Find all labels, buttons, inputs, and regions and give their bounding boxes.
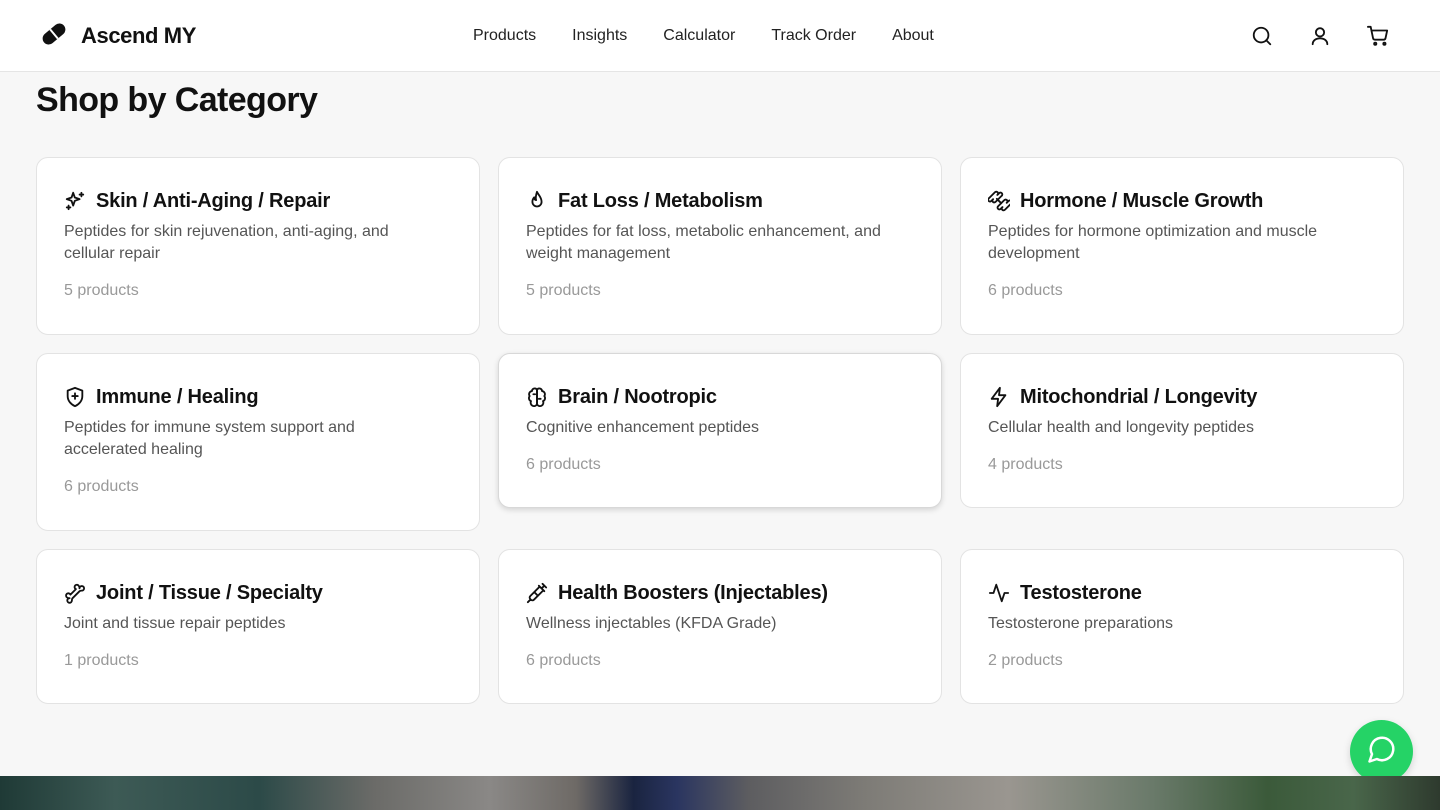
site-header: Ascend MY Products Insights Calculator T… [0,0,1440,72]
sparkles-icon [64,190,86,212]
search-icon[interactable] [1250,24,1274,48]
nav-track-order[interactable]: Track Order [771,27,856,45]
category-count: 1 products [64,652,139,669]
nav-about[interactable]: About [892,27,934,45]
category-description: Cognitive enhancement peptides [526,419,760,436]
flame-icon [526,190,548,212]
brand-name: Ascend MY [81,23,196,48]
category-count: 6 products [64,478,139,495]
category-count: 4 products [988,456,1063,473]
syringe-icon [526,582,548,604]
bone-icon [64,582,86,604]
cart-icon[interactable] [1366,24,1390,48]
category-card-health-boosters[interactable]: Health Boosters (Injectables) Wellness i… [498,549,942,704]
category-description: Testosterone preparations [988,615,1173,632]
category-description: Wellness injectables (KFDA Grade) [526,615,777,632]
zap-icon [988,386,1010,408]
message-circle-icon [1367,734,1397,769]
category-card-brain[interactable]: Brain / Nootropic Cognitive enhancement … [498,353,942,508]
category-title: Mitochondrial / Longevity [1020,385,1258,408]
main-nav: Products Insights Calculator Track Order… [473,25,934,47]
category-count: 5 products [526,282,601,299]
category-card-hormone[interactable]: Hormone / Muscle Growth Peptides for hor… [960,157,1404,335]
category-count: 5 products [64,282,139,299]
header-actions [1216,24,1390,48]
category-card-mitochondrial[interactable]: Mitochondrial / Longevity Cellular healt… [960,353,1404,508]
section-title: Shop by Category [36,81,318,119]
category-description: Cellular health and longevity peptides [988,419,1254,436]
category-count: 6 products [526,652,601,669]
nav-calculator[interactable]: Calculator [663,27,735,45]
chat-button[interactable] [1350,720,1413,783]
shield-plus-icon [64,386,86,408]
category-title: Fat Loss / Metabolism [558,189,763,212]
category-title: Immune / Healing [96,385,259,408]
category-title: Hormone / Muscle Growth [1020,189,1264,212]
category-title: Testosterone [1020,581,1142,604]
category-count: 2 products [988,652,1063,669]
hero-banner-image [0,776,1440,810]
nav-products[interactable]: Products [473,27,536,45]
category-title: Brain / Nootropic [558,385,717,408]
category-count: 6 products [526,456,601,473]
category-description: Peptides for skin rejuvenation, anti-agi… [64,223,389,262]
brand-logo[interactable]: Ascend MY [40,22,196,50]
category-card-testosterone[interactable]: Testosterone Testosterone preparations 2… [960,549,1404,704]
category-card-immune[interactable]: Immune / Healing Peptides for immune sys… [36,353,480,531]
dumbbell-icon [988,190,1010,212]
category-count: 6 products [988,282,1063,299]
category-description: Peptides for fat loss, metabolic enhance… [526,223,881,262]
category-description: Joint and tissue repair peptides [64,615,286,632]
category-description: Peptides for immune system support and a… [64,419,355,458]
brain-icon [526,386,548,408]
category-card-joint[interactable]: Joint / Tissue / Specialty Joint and tis… [36,549,480,704]
category-title: Health Boosters (Injectables) [558,581,828,604]
nav-insights[interactable]: Insights [572,27,627,45]
category-title: Skin / Anti-Aging / Repair [96,189,331,212]
category-card-skin[interactable]: Skin / Anti-Aging / Repair Peptides for … [36,157,480,335]
category-description: Peptides for hormone optimization and mu… [988,223,1318,262]
pill-icon [40,20,68,53]
user-icon[interactable] [1308,24,1332,48]
category-title: Joint / Tissue / Specialty [96,581,323,604]
activity-icon [988,582,1010,604]
category-card-fat-loss[interactable]: Fat Loss / Metabolism Peptides for fat l… [498,157,942,335]
